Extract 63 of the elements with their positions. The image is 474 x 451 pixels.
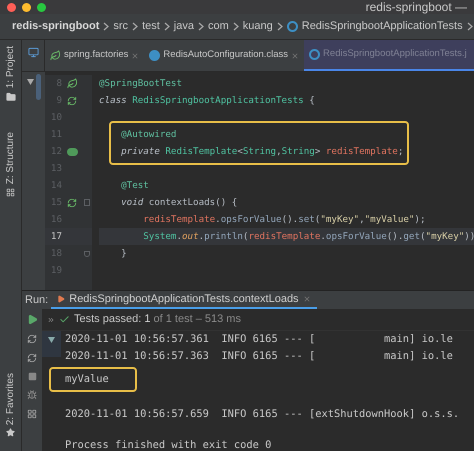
chevron-icon [103,22,110,31]
maximize-window-button[interactable] [37,2,46,12]
check-icon [59,314,70,325]
refresh-icon[interactable] [27,353,37,363]
star-icon [6,428,15,437]
code-line: class RedisSpringbootApplicationTests { [99,94,315,108]
breadcrumb-item[interactable]: java [174,18,194,35]
editor-tab[interactable]: RedisAutoConfiguration.class [144,40,304,71]
fold-icon[interactable] [84,199,90,206]
stop-icon[interactable] [28,372,36,381]
close-icon[interactable] [291,52,300,60]
collapse-icon[interactable] [26,79,34,85]
play-icon[interactable] [26,314,38,325]
bug-icon[interactable] [27,390,37,400]
fold-end-icon[interactable] [84,250,90,256]
run-label: Run: [24,292,50,308]
chevron-icon [276,22,283,31]
close-icon[interactable] [302,295,311,303]
rerun-icon[interactable] [27,334,37,344]
tool-window-tab[interactable]: Z: Structure [3,132,18,184]
console-line: 2020-11-01 10:56:57.659 INFO 6165 --- [extShutdownHook] o.s.s. [65,407,460,422]
test-status: Tests passed: 1 of 1 test – 513 ms [74,312,241,328]
run-config-icon [57,295,66,303]
chevron-icon [232,22,239,31]
breadcrumb-item[interactable]: com [208,18,229,35]
breadcrumb-item[interactable]: src [113,18,128,35]
code-line: @Autowired [120,128,176,142]
code-line: private RedisTemplate<String,String> redisTemplate; [120,145,404,159]
tool-window-tab[interactable]: 1: Project [3,46,18,88]
breadcrumb-item[interactable]: kuang [242,18,273,35]
breadcrumb-item[interactable]: redis-springboot [12,18,100,35]
tool-window-tab[interactable]: 2: Favorites [3,372,18,425]
console-line: 2020-11-01 10:56:57.363 INFO 6165 --- [ main] io.le [65,349,453,364]
run-tab[interactable]: RedisSpringbootApplicationTests.contextLoads [51,291,317,309]
chevron-icon [132,22,138,31]
scroll-thumb[interactable] [36,74,40,100]
code-line: @Test [120,179,149,193]
close-window-button[interactable] [7,2,16,12]
code-line: redisTemplate.opsForValue().set("myKey","myValue"); [142,213,426,227]
chevron-icon [466,22,473,31]
folder-icon [6,92,16,102]
console-line: Process finished with exit code 0 [65,438,272,451]
run-icon[interactable] [67,198,77,208]
line-number: 17 [50,230,62,244]
breadcrumb-item[interactable]: test [142,18,160,35]
panel-icon[interactable] [28,47,38,58]
code-line: } [120,247,127,261]
code-line: @SpringBootTest [99,77,182,91]
console-line: 2020-11-01 10:56:57.361 INFO 6165 --- [ main] io.le [65,332,453,347]
chevron-icon [198,22,204,31]
code-line: void contextLoads() { [120,196,238,210]
breadcrumb-item[interactable]: RedisSpringbootApplicationTests [302,18,463,35]
layout-icon[interactable] [27,409,37,419]
chevron-icon [164,22,170,31]
expand-icon[interactable] [47,316,55,324]
minimize-window-button[interactable] [22,2,31,12]
close-icon[interactable] [131,52,140,60]
code-line: System.out.println(redisTemplate.opsForValue().get("myKey")) [142,230,474,244]
collapse-icon[interactable] [48,337,55,343]
structure-icon [6,188,15,196]
run-icon[interactable] [67,96,77,106]
editor-tab[interactable]: spring.factories [45,40,144,71]
window-title: redis-springboot — [366,0,467,14]
